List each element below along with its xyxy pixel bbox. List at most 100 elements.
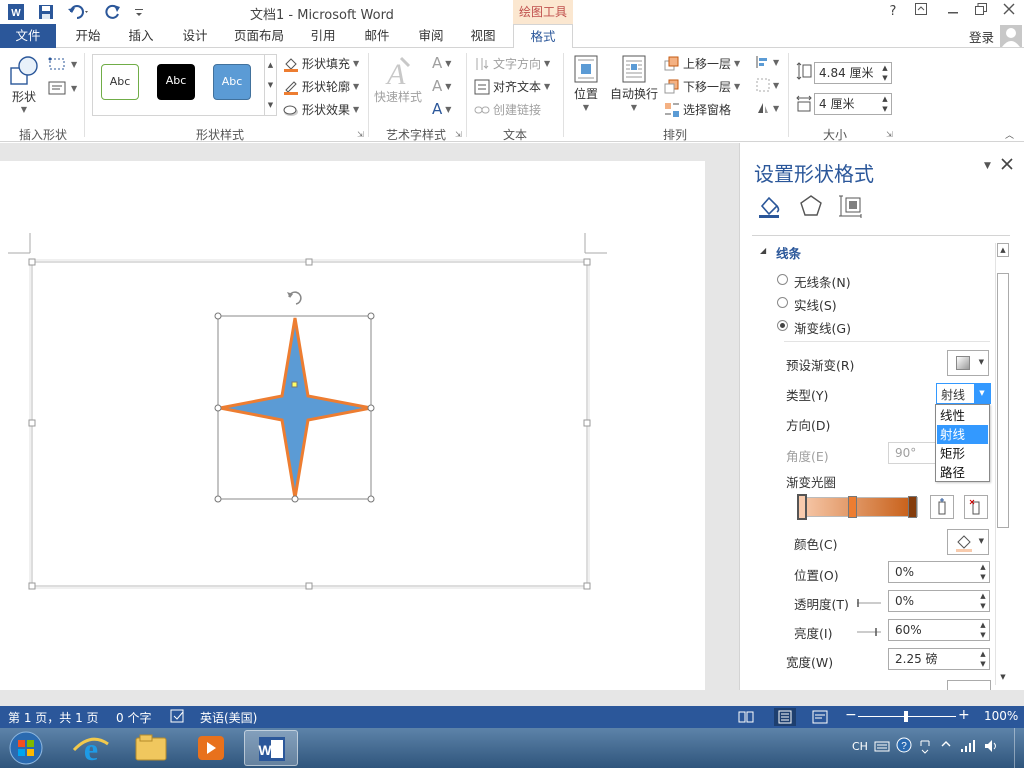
rotate-handle-icon[interactable]: [0, 161, 705, 690]
pane-options-chevron-icon[interactable]: ▼: [984, 161, 991, 171]
ime-options-icon[interactable]: [918, 738, 932, 757]
quick-styles-button[interactable]: A 快速样式: [374, 54, 422, 105]
line-width-spinner-icon[interactable]: ▲ ▼: [977, 649, 989, 669]
undo-icon[interactable]: [66, 2, 92, 22]
dialog-launcher-icon[interactable]: ⇲: [886, 130, 893, 139]
gradient-line-radio[interactable]: [777, 320, 788, 331]
type-dropdown-arrow-icon[interactable]: ▼: [974, 384, 990, 403]
solid-line-label[interactable]: 实线(S): [794, 295, 837, 314]
fill-line-tab-icon[interactable]: [756, 193, 784, 223]
gradient-stops-bar[interactable]: [798, 497, 918, 517]
compound-type-dropdown[interactable]: [947, 680, 991, 690]
show-hidden-icons[interactable]: [940, 738, 952, 753]
volume-icon[interactable]: [984, 739, 1000, 756]
zoom-in-icon[interactable]: +: [958, 707, 970, 723]
tab-file[interactable]: 文件: [0, 24, 56, 48]
line-section-header[interactable]: 线条: [776, 243, 801, 262]
close-icon[interactable]: [998, 2, 1020, 22]
height-spinner-icon[interactable]: ▲ ▼: [879, 63, 891, 83]
width-spinner-icon[interactable]: ▲ ▼: [879, 94, 891, 114]
group-button[interactable]: ▼: [756, 78, 779, 92]
media-player-icon[interactable]: [184, 730, 238, 766]
solid-line-radio[interactable]: [777, 297, 788, 308]
rotate-button[interactable]: ▼: [756, 101, 779, 115]
position-spinner-icon[interactable]: ▲ ▼: [977, 562, 989, 582]
gradient-stop-2[interactable]: [848, 496, 857, 518]
avatar[interactable]: [1000, 25, 1022, 47]
gradient-stop-1[interactable]: [797, 494, 807, 520]
zoom-level[interactable]: 100%: [984, 709, 1018, 723]
shape-style-blue[interactable]: Abc: [213, 64, 251, 100]
shape-width-input[interactable]: 4 厘米 ▲ ▼: [814, 93, 892, 115]
start-button-icon[interactable]: [6, 728, 46, 768]
pane-scrollbar[interactable]: ▲ ▼: [995, 243, 1009, 685]
layout-properties-tab-icon[interactable]: [838, 193, 864, 222]
tab-review[interactable]: 审阅: [408, 24, 454, 48]
ime-indicator[interactable]: CH: [852, 740, 868, 753]
position-button[interactable]: 位置 ▼: [572, 54, 600, 112]
ribbon-display-options-icon[interactable]: [910, 2, 932, 22]
network-icon[interactable]: [960, 739, 976, 756]
wrap-text-button[interactable]: 自动换行 ▼: [610, 54, 658, 112]
sign-in-link[interactable]: 登录: [969, 27, 994, 46]
language-indicator[interactable]: 英语(美国): [200, 709, 257, 726]
tab-insert[interactable]: 插入: [118, 24, 164, 48]
tab-design[interactable]: 设计: [172, 24, 218, 48]
text-direction-button[interactable]: 文字方向 ▼: [474, 55, 550, 72]
text-effects-icon[interactable]: A ▼: [432, 100, 451, 118]
type-option-path[interactable]: 路径: [937, 463, 988, 482]
save-icon[interactable]: [36, 2, 56, 22]
customize-quick-access-icon[interactable]: [132, 2, 146, 22]
selection-pane-button[interactable]: 选择窗格: [664, 101, 731, 118]
word-count[interactable]: 0 个字: [116, 709, 151, 726]
scroll-down-icon[interactable]: ▼: [997, 671, 1009, 685]
effects-tab-pentagon-icon[interactable]: [798, 193, 824, 222]
color-dropdown[interactable]: ▼: [947, 529, 989, 555]
show-desktop-button[interactable]: [1014, 728, 1024, 768]
word-taskbar-icon[interactable]: W: [244, 730, 298, 766]
tab-format[interactable]: 格式: [513, 24, 573, 49]
tab-page-layout[interactable]: 页面布局: [228, 24, 290, 48]
shape-effects-button[interactable]: 形状效果 ▼: [283, 101, 359, 118]
zoom-out-icon[interactable]: −: [845, 707, 857, 723]
proofing-icon[interactable]: [170, 709, 186, 726]
tab-home[interactable]: 开始: [66, 24, 110, 48]
web-layout-icon[interactable]: [812, 710, 828, 727]
dialog-launcher-icon[interactable]: ⇲: [357, 130, 364, 139]
collapse-ribbon-icon[interactable]: ︿: [1005, 128, 1014, 141]
position-input[interactable]: 0% ▲ ▼: [888, 561, 990, 583]
redo-icon[interactable]: [104, 2, 124, 22]
page-count[interactable]: 第 1 页，共 1 页: [8, 709, 99, 726]
section-collapse-icon[interactable]: ◢: [760, 246, 766, 255]
minimize-icon[interactable]: [942, 2, 964, 22]
dialog-launcher-icon[interactable]: ⇲: [455, 130, 462, 139]
read-mode-icon[interactable]: [738, 710, 754, 727]
angle-input[interactable]: 90°: [888, 442, 938, 464]
send-backward-button[interactable]: 下移一层 ▼: [664, 78, 740, 95]
tab-view[interactable]: 视图: [460, 24, 506, 48]
no-line-label[interactable]: 无线条(N): [794, 272, 851, 291]
zoom-slider-thumb[interactable]: [904, 711, 908, 722]
text-fill-icon[interactable]: A ▼: [432, 54, 451, 72]
brightness-input[interactable]: 60% ▲ ▼: [888, 619, 990, 641]
gallery-scroll[interactable]: ▲ ▼ ▼: [264, 55, 276, 115]
file-explorer-icon[interactable]: [124, 730, 178, 766]
pane-close-icon[interactable]: [1001, 158, 1013, 173]
add-gradient-stop-button[interactable]: [930, 495, 954, 519]
line-width-input[interactable]: 2.25 磅 ▲ ▼: [888, 648, 990, 670]
tab-references[interactable]: 引用: [300, 24, 346, 48]
shape-style-outline-green[interactable]: Abc: [101, 64, 139, 100]
text-outline-icon[interactable]: A ▼: [432, 77, 451, 95]
create-link-button[interactable]: 创建链接: [474, 101, 541, 118]
type-option-radial[interactable]: 射线: [937, 425, 988, 444]
brightness-slider[interactable]: [856, 626, 882, 636]
shape-fill-button[interactable]: 形状填充 ▼: [283, 55, 359, 72]
help-button[interactable]: ?: [882, 2, 904, 22]
no-line-radio[interactable]: [777, 274, 788, 285]
shapes-button[interactable]: 形状 ▼: [8, 54, 40, 114]
bring-forward-button[interactable]: 上移一层 ▼: [664, 55, 740, 72]
transparency-input[interactable]: 0% ▲ ▼: [888, 590, 990, 612]
align-text-button[interactable]: 对齐文本 ▼: [474, 78, 550, 95]
scroll-up-icon[interactable]: ▲: [997, 243, 1009, 257]
help-tray-icon[interactable]: ?: [896, 737, 912, 756]
